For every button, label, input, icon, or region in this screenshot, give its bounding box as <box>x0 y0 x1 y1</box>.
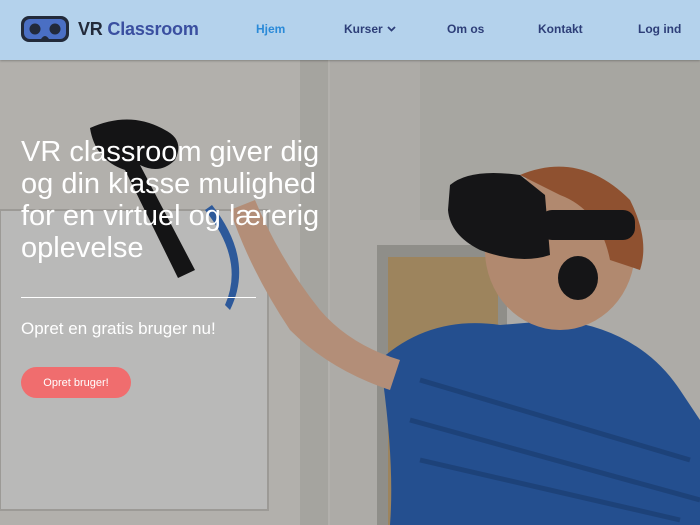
nav-link-courses[interactable]: Kurser <box>344 22 396 36</box>
brand-name-part1: VR <box>78 18 103 39</box>
brand-name: VR Classroom <box>78 19 199 40</box>
brand-name-part2: Classroom <box>107 18 199 39</box>
hero-overlay <box>0 60 700 525</box>
nav-link-login[interactable]: Log ind <box>638 22 681 36</box>
nav-link-home[interactable]: Hjem <box>256 22 285 36</box>
navbar: VR Classroom Hjem Kurser Om os Kontakt L… <box>0 0 700 60</box>
nav-link-contact[interactable]: Kontakt <box>538 22 583 36</box>
vr-headset-icon <box>21 16 69 42</box>
chevron-down-icon <box>387 26 396 32</box>
nav-link-about[interactable]: Om os <box>447 22 484 36</box>
nav-link-courses-label: Kurser <box>344 22 383 36</box>
create-user-button[interactable]: Opret bruger! <box>21 367 131 398</box>
brand-logo[interactable]: VR Classroom <box>20 14 199 44</box>
hero-divider <box>21 297 256 298</box>
hero-section: VR classroom giver dig og din klasse mul… <box>0 60 700 525</box>
hero-subtitle: Opret en gratis bruger nu! <box>21 319 216 338</box>
hero-headline: VR classroom giver dig og din klasse mul… <box>21 136 320 264</box>
